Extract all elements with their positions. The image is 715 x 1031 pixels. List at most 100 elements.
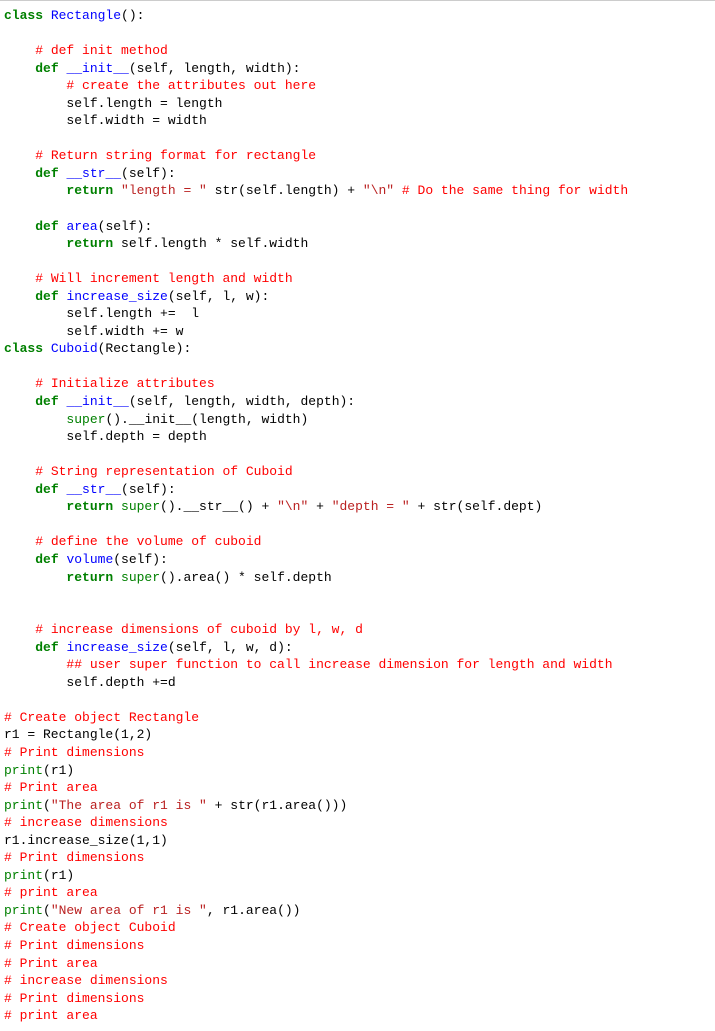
code-token: (self): — [121, 482, 176, 497]
code-token: # create the attributes out here — [66, 78, 316, 93]
code-token: # Print dimensions — [4, 745, 144, 760]
code-line: # increase dimensions — [4, 972, 711, 990]
code-line: def increase_size(self, l, w, d): — [4, 639, 711, 657]
code-token: self.depth +=d — [4, 675, 176, 690]
code-line: class Rectangle(): — [4, 7, 711, 25]
code-token: __init__ — [66, 61, 128, 76]
code-line — [4, 253, 711, 271]
code-line: ## user super function to call increase … — [4, 656, 711, 674]
code-token — [4, 570, 66, 585]
code-line: # Initialize attributes — [4, 375, 711, 393]
code-token: def — [35, 166, 66, 181]
code-line: # increase dimensions — [4, 814, 711, 832]
code-token: return — [66, 183, 121, 198]
code-token: print — [4, 763, 43, 778]
code-line: # String representation of Cuboid — [4, 463, 711, 481]
code-line: # Create object Rectangle — [4, 709, 711, 727]
code-line: r1.increase_size(1,1) — [4, 832, 711, 850]
code-token: # print area — [4, 1008, 98, 1023]
code-token: (): — [121, 8, 144, 23]
code-token: increase_size — [66, 289, 167, 304]
code-token — [4, 236, 66, 251]
code-token: def — [35, 61, 66, 76]
code-token: (self, length, width): — [129, 61, 301, 76]
code-line: self.length += l — [4, 305, 711, 323]
code-token — [4, 271, 35, 286]
code-token: self.length * self.width — [121, 236, 308, 251]
code-token: ().area() * self.depth — [160, 570, 332, 585]
code-token: , r1.area()) — [207, 903, 301, 918]
code-token — [4, 499, 66, 514]
code-line: self.width += w — [4, 323, 711, 341]
code-token: # Print dimensions — [4, 991, 144, 1006]
code-token: (self, length, width, depth): — [129, 394, 355, 409]
code-token: super — [121, 499, 160, 514]
code-line: # print area — [4, 884, 711, 902]
code-line: print(r1) — [4, 867, 711, 885]
code-line: return self.length * self.width — [4, 235, 711, 253]
code-token — [4, 166, 35, 181]
code-token — [4, 219, 35, 234]
code-line — [4, 516, 711, 534]
code-line: return super().__str__() + "\n" + "depth… — [4, 498, 711, 516]
code-line — [4, 200, 711, 218]
code-token: "\n" — [363, 183, 394, 198]
code-token — [4, 78, 66, 93]
code-token — [4, 394, 35, 409]
code-token: super — [121, 570, 160, 585]
code-token: def — [35, 552, 66, 567]
code-token — [4, 464, 35, 479]
code-token: class — [4, 8, 51, 23]
code-token: def — [35, 219, 66, 234]
code-token — [4, 622, 35, 637]
code-token: self.width += w — [4, 324, 183, 339]
code-line: self.depth = depth — [4, 428, 711, 446]
code-token: ## user super function to call increase … — [66, 657, 612, 672]
code-token: # increase dimensions — [4, 815, 168, 830]
code-line: # Print area — [4, 955, 711, 973]
code-token: ().__init__(length, width) — [105, 412, 308, 427]
code-token: Rectangle — [51, 8, 121, 23]
code-token: (r1) — [43, 868, 74, 883]
code-token: "\n" — [277, 499, 308, 514]
code-token: # Print area — [4, 780, 98, 795]
code-line: self.width = width — [4, 112, 711, 130]
code-token: "depth = " — [332, 499, 410, 514]
code-token: def — [35, 394, 66, 409]
code-line: # increase dimensions of cuboid by l, w,… — [4, 621, 711, 639]
code-line: return super().area() * self.depth — [4, 569, 711, 587]
code-token: # Do the same thing for width — [402, 183, 628, 198]
code-token: + str(self.dept) — [410, 499, 543, 514]
code-line: def volume(self): — [4, 551, 711, 569]
code-line: print("The area of r1 is " + str(r1.area… — [4, 797, 711, 815]
code-token — [394, 183, 402, 198]
code-line: # Print dimensions — [4, 849, 711, 867]
code-line: # Print dimensions — [4, 744, 711, 762]
code-line — [4, 604, 711, 622]
code-line: # create the attributes out here — [4, 77, 711, 95]
code-token: print — [4, 868, 43, 883]
code-token: (r1) — [43, 763, 74, 778]
code-token — [4, 61, 35, 76]
code-token — [4, 43, 35, 58]
code-token: # Print dimensions — [4, 850, 144, 865]
code-line: # Print area — [4, 779, 711, 797]
code-token — [4, 640, 35, 655]
code-line: # Return string format for rectangle — [4, 147, 711, 165]
code-token: "New area of r1 is " — [51, 903, 207, 918]
code-token: print — [4, 798, 43, 813]
code-line: # Print dimensions — [4, 990, 711, 1008]
code-line: def increase_size(self, l, w): — [4, 288, 711, 306]
code-line — [4, 586, 711, 604]
code-token: print — [4, 903, 43, 918]
code-token: # Initialize attributes — [35, 376, 214, 391]
code-token — [4, 289, 35, 304]
code-token: ().__str__() + — [160, 499, 277, 514]
code-token: return — [66, 570, 121, 585]
code-token — [4, 376, 35, 391]
code-token: __str__ — [66, 482, 121, 497]
code-line: return "length = " str(self.length) + "\… — [4, 182, 711, 200]
code-token: return — [66, 499, 121, 514]
code-line: r1 = Rectangle(1,2) — [4, 726, 711, 744]
code-token: + — [308, 499, 331, 514]
